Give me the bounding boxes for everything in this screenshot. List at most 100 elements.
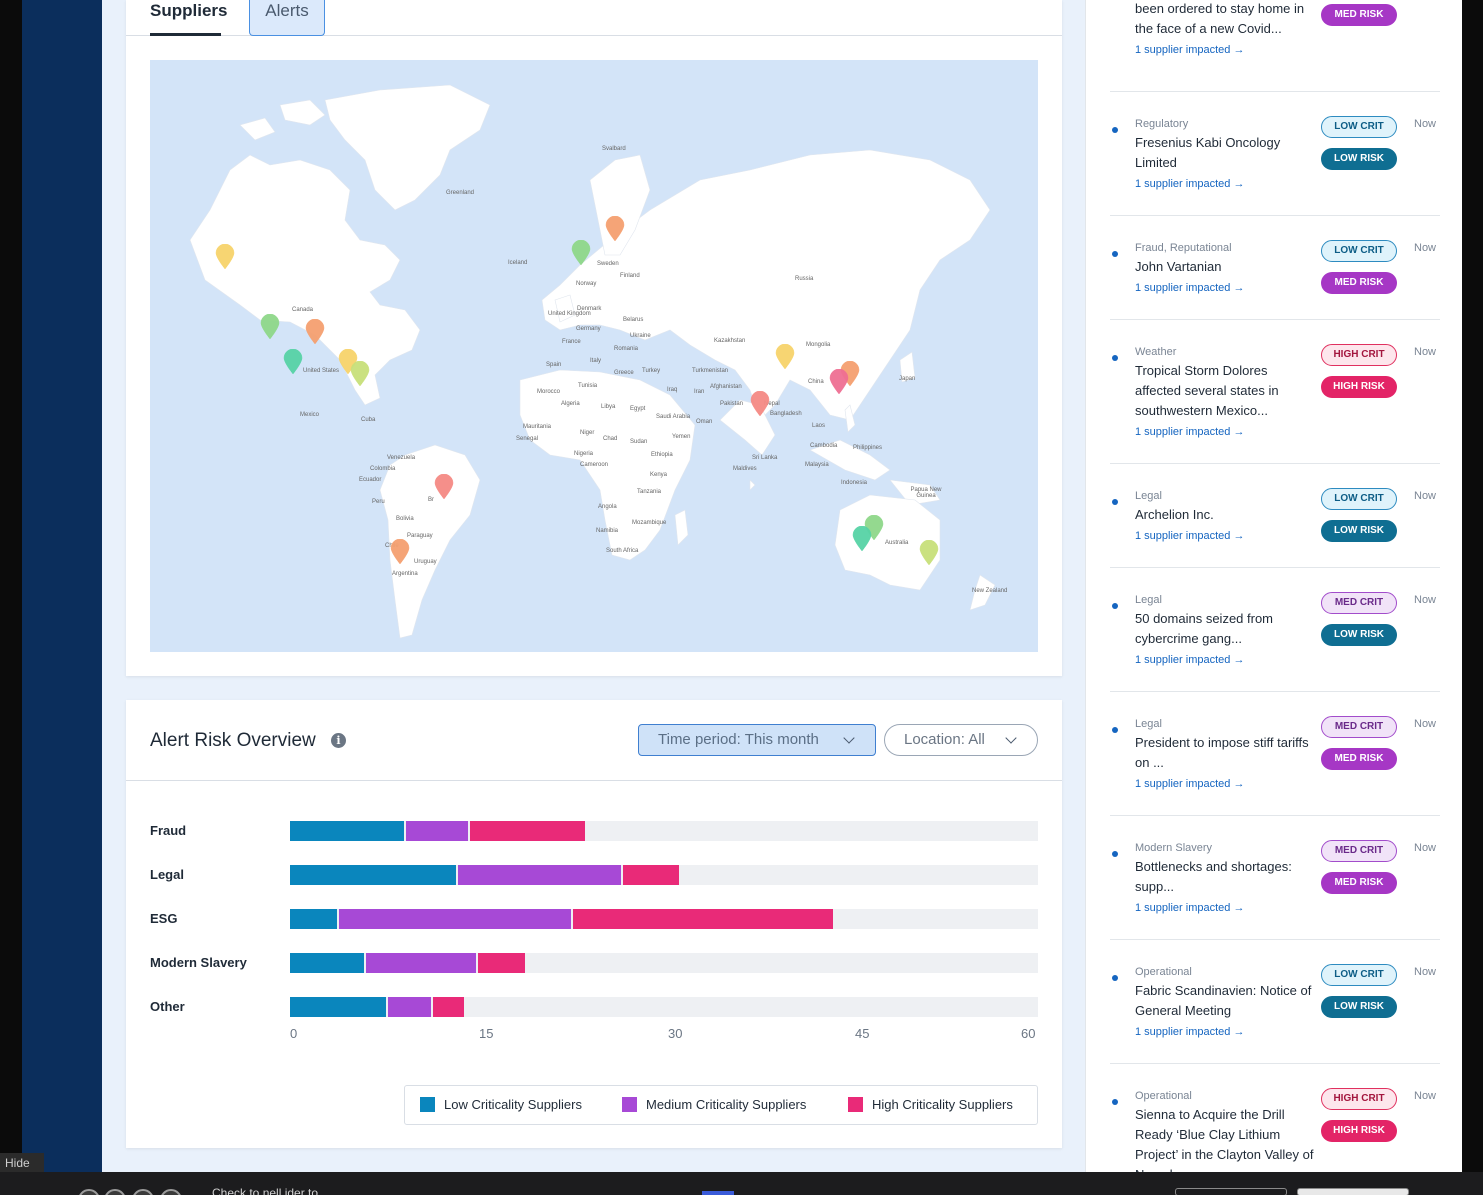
bar-segment[interactable] [469,821,585,841]
alert-list-item[interactable]: Regulatory Fresenius Kabi Oncology Limite… [1110,92,1440,216]
bar-segment[interactable] [290,865,457,885]
alert-list-item[interactable]: Fraud, Reputational John Vartanian 1 suppl… [1110,216,1440,320]
map-pin-icon[interactable] [390,539,410,565]
suppliers-map-card: Suppliers Alerts Greenland Svalbard Icel… [126,0,1062,676]
tab-suppliers[interactable]: Suppliers [150,0,227,36]
map-label-senegal: Senegal [516,436,539,442]
alert-timestamp: Now [1414,718,1437,730]
world-map[interactable]: Greenland Svalbard Iceland Sweden Finlan… [150,60,1038,652]
criticality-badge: LOW CRIT [1321,488,1397,510]
map-label-afghanistan: Afghanistan [710,384,742,390]
alert-list-item[interactable]: Legal Archelion Inc. 1 supplier impacted →… [1110,464,1440,568]
suppliers-impacted-link[interactable]: 1 supplier impacted → [1135,530,1244,542]
map-label-greenland: Greenland [446,190,475,196]
alert-list-item[interactable]: Residents of Gurgaon have been ordered t… [1110,0,1440,92]
map-pin-icon[interactable] [750,391,770,417]
map-pin-icon[interactable] [434,474,454,500]
suppliers-impacted-link[interactable]: 1 supplier impacted → [1135,654,1244,666]
avatar[interactable] [132,1189,154,1195]
x-axis-tick-label: 45 [855,1026,870,1041]
risk-badge: LOW RISK [1321,148,1397,170]
avatar[interactable] [78,1189,100,1195]
alert-category: Regulatory [1135,118,1189,130]
map-pin-icon[interactable] [350,361,370,387]
alert-title[interactable]: Fabric Scandinavien: Notice of General M… [1135,981,1315,1021]
alert-list-item[interactable]: Legal President to impose stiff tariffs o… [1110,692,1440,816]
map-pin-icon[interactable] [215,244,235,270]
bar-segment[interactable] [572,909,833,929]
location-dropdown[interactable]: Location: All [884,724,1038,756]
time-period-value: Time period: This month [658,731,819,748]
bar-segment[interactable] [405,821,468,841]
map-label-namibia: Namibia [596,528,619,534]
legend-label-medium: Medium Criticality Suppliers [646,1097,807,1112]
bar-segment[interactable] [622,865,680,885]
suppliers-impacted-link[interactable]: 1 supplier impacted → [1135,282,1244,294]
map-pin-icon[interactable] [260,314,280,340]
bar-segment[interactable] [388,997,432,1017]
map-pin-icon[interactable] [829,369,849,395]
alert-list-item[interactable]: Operational Fabric Scandinavien: Notice o… [1110,940,1440,1064]
bar-category-label: Legal [150,867,184,882]
map-label-united-states: United States [303,368,340,374]
suppliers-impacted-link[interactable]: 1 supplier impacted → [1135,44,1244,56]
avatar[interactable] [104,1189,126,1195]
hide-button[interactable]: Hide [0,1153,44,1173]
bar-segment[interactable] [478,953,525,973]
map-pin-icon[interactable] [775,344,795,370]
alert-list-item[interactable]: Weather Tropical Storm Dolores affected s… [1110,320,1440,464]
suppliers-impacted-link[interactable]: 1 supplier impacted → [1135,902,1244,914]
info-circle-icon[interactable]: i [331,733,346,748]
map-label-iceland: Iceland [508,260,528,266]
alert-category: Legal [1135,594,1162,606]
bar-segment[interactable] [290,953,365,973]
suppliers-impacted-link[interactable]: 1 supplier impacted → [1135,1026,1244,1038]
map-label-ecuador: Ecuador [359,477,382,483]
alert-category: Fraud, Reputational [1135,242,1232,254]
bar-segment[interactable] [433,997,464,1017]
suppliers-impacted-link[interactable]: 1 supplier impacted → [1135,178,1244,190]
legend-swatch-high [848,1097,863,1112]
time-period-dropdown[interactable]: Time period: This month [638,724,876,756]
bar-segment[interactable] [290,909,337,929]
alert-title[interactable]: Fresenius Kabi Oncology Limited [1135,133,1315,173]
map-pin-icon[interactable] [852,526,872,552]
legend-swatch-medium [622,1097,637,1112]
suppliers-impacted-link[interactable]: 1 supplier impacted → [1135,778,1244,790]
map-pin-icon[interactable] [283,349,303,375]
avatar[interactable] [160,1189,182,1195]
bottom-bar-button[interactable] [1297,1188,1409,1195]
map-label-laos: Laos [812,423,826,429]
alert-title[interactable]: President to impose stiff tariffs on ... [1135,733,1315,773]
map-label-mongolia: Mongolia [806,342,831,348]
alert-title[interactable]: Bottlenecks and shortages: supp... [1135,857,1315,897]
bar-segment[interactable] [366,953,477,973]
alert-list-item[interactable]: Modern Slavery Bottlenecks and shortages:… [1110,816,1440,940]
bar-segment[interactable] [290,821,404,841]
suppliers-impacted-link[interactable]: 1 supplier impacted → [1135,426,1244,438]
bar-segment[interactable] [338,909,571,929]
alert-title[interactable]: 50 domains seized from cybercrime gang..… [1135,609,1315,649]
alerts-panel: Residents of Gurgaon have been ordered t… [1085,0,1462,1172]
map-label-germany: Germany [576,326,601,332]
tab-alerts[interactable]: Alerts [249,0,325,36]
alert-list-item[interactable]: Legal 50 domains seized from cybercrime g… [1110,568,1440,692]
map-pin-icon[interactable] [605,216,625,242]
map-label-mozambique: Mozambique [632,520,667,526]
alert-list-item[interactable]: Operational Sienna to Acquire the Drill R… [1110,1064,1440,1172]
bottom-bar-text: Check to nell ider to [212,1186,319,1195]
alert-title[interactable]: Archelion Inc. [1135,505,1315,525]
alert-category: Legal [1135,718,1162,730]
bar-segment[interactable] [290,997,387,1017]
legend-item-high: High Criticality Suppliers [848,1097,1013,1112]
alert-title[interactable]: Residents of Gurgaon have been ordered t… [1135,0,1315,39]
alert-title[interactable]: John Vartanian [1135,257,1315,277]
map-pin-icon[interactable] [919,540,939,566]
alert-title[interactable]: Sienna to Acquire the Drill Ready ‘Blue … [1135,1105,1315,1172]
map-pin-icon[interactable] [571,240,591,266]
map-pin-icon[interactable] [305,319,325,345]
bottom-bar-button[interactable] [1175,1188,1287,1195]
alert-title[interactable]: Tropical Storm Dolores affected several … [1135,361,1315,421]
bar-track [290,909,1038,929]
bar-segment[interactable] [458,865,621,885]
